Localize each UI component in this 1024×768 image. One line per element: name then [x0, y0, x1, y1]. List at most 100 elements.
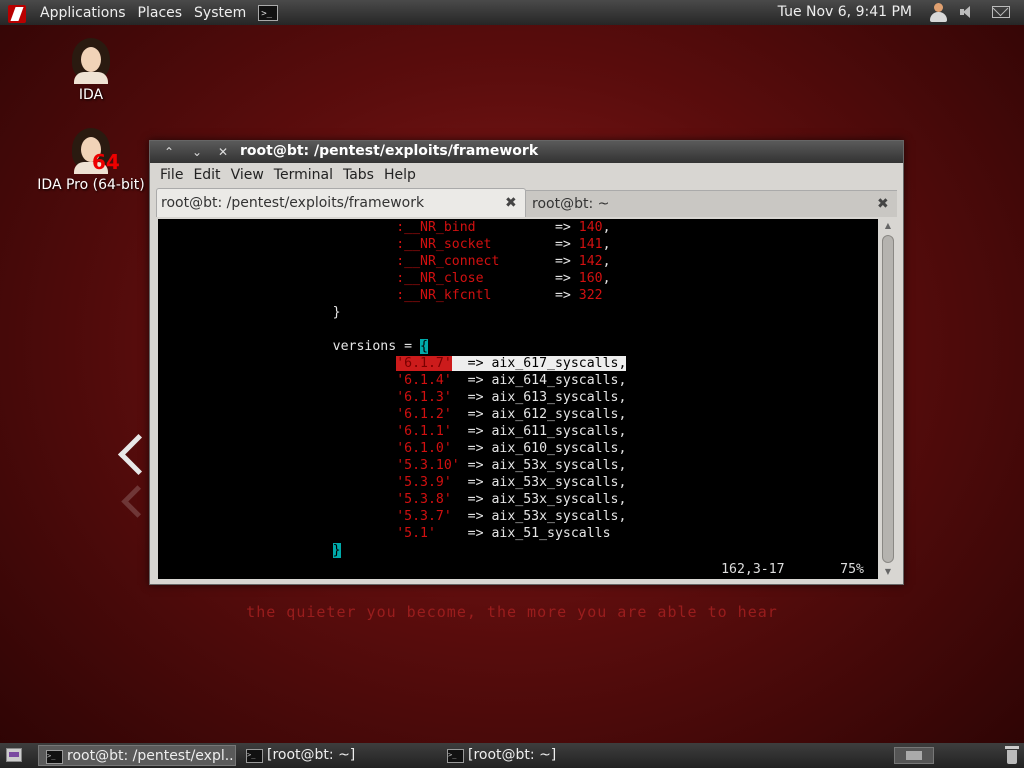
desktop-icon-label: IDA: [78, 87, 104, 103]
menu-file[interactable]: File: [150, 167, 188, 183]
version-value: aix_53x_syscalls,: [491, 475, 627, 490]
terminal-line: }: [158, 542, 341, 559]
window-title: root@bt: /pentest/exploits/framework: [240, 143, 539, 159]
close-tab-icon[interactable]: ✖: [505, 189, 519, 217]
version-key: '5.3.7': [396, 509, 452, 524]
syscall-value: 140: [578, 220, 603, 235]
terminal-scrollbar[interactable]: ▲ ▼: [880, 219, 896, 579]
terminal-line-selected: '6.1.7' => aix_617_syscalls,: [396, 356, 627, 371]
version-value: aix_611_syscalls,: [491, 424, 627, 439]
version-key: '6.1.2': [396, 407, 452, 422]
wallpaper-tagline: the quieter you become, the more you are…: [246, 603, 778, 621]
version-value: aix_53x_syscalls,: [491, 509, 627, 524]
bracket-match: }: [332, 543, 341, 558]
task-label: [root@bt: ~]: [267, 747, 356, 763]
version-key: '6.1.4': [396, 373, 452, 388]
minimize-button[interactable]: ⌃: [158, 143, 180, 161]
terminal-icon: >_: [447, 749, 464, 763]
version-key: '6.1.3': [396, 390, 452, 405]
desktop-icon-label: IDA Pro (64-bit): [37, 177, 145, 193]
version-value: aix_53x_syscalls,: [491, 458, 627, 473]
close-window-button[interactable]: ✕: [212, 143, 234, 161]
version-key: '5.1': [396, 526, 436, 541]
version-value: aix_613_syscalls,: [491, 390, 627, 405]
task-framework-terminal[interactable]: >_ root@bt: /pentest/expl...: [38, 745, 236, 766]
version-value: aix_53x_syscalls,: [491, 492, 627, 507]
version-key: '6.1.0': [396, 441, 452, 456]
version-key: '5.3.10': [396, 458, 460, 473]
tab-label: root@bt: /pentest/exploits/framework: [161, 195, 425, 211]
version-value: aix_614_syscalls,: [491, 373, 627, 388]
scroll-thumb[interactable]: [882, 235, 894, 563]
restore-button[interactable]: ⌄: [186, 143, 208, 161]
version-key: '6.1.7': [396, 356, 452, 371]
terminal-line: '5.3.9' => aix_53x_syscalls,: [396, 475, 627, 490]
terminal-output[interactable]: :__NR_bind => 140, :__NR_socket => 141,: [158, 219, 878, 579]
bracket-match: {: [420, 339, 428, 354]
mail-icon[interactable]: [992, 6, 1010, 18]
terminal-line: '6.1.3' => aix_613_syscalls,: [396, 390, 627, 405]
wallpaper-chevron-reflection-icon: [118, 486, 148, 516]
tab-bar: root@bt: /pentest/exploits/framework ✖ r…: [156, 188, 897, 217]
syscall-value: 142: [578, 254, 603, 269]
window-menubar: File Edit View Terminal Tabs Help: [150, 163, 903, 187]
version-key: '5.3.9': [396, 475, 452, 490]
menu-view[interactable]: View: [226, 167, 269, 183]
desktop-icon-ida-pro-64[interactable]: 64 IDA Pro (64-bit): [36, 128, 146, 193]
bottom-panel: >_ root@bt: /pentest/expl... >_ [root@bt…: [0, 743, 1024, 768]
window-titlebar[interactable]: ⌃ ⌄ ✕ root@bt: /pentest/exploits/framewo…: [150, 141, 903, 163]
workspace-switcher[interactable]: [894, 747, 934, 764]
tab-home[interactable]: root@bt: ~ ✖: [526, 190, 897, 217]
trash-icon[interactable]: [1004, 746, 1020, 765]
user-icon[interactable]: [928, 2, 948, 22]
syscall-value: 322: [578, 288, 603, 303]
scroll-up-icon[interactable]: ▲: [882, 220, 894, 232]
menu-terminal[interactable]: Terminal: [269, 167, 338, 183]
version-value: aix_51_syscalls: [491, 526, 611, 541]
task-label: root@bt: /pentest/expl...: [67, 748, 236, 764]
scroll-percent: 75%: [840, 562, 864, 577]
terminal-line: '5.3.10' => aix_53x_syscalls,: [396, 458, 627, 473]
vim-status-line: 162,3-17 75%: [721, 561, 864, 578]
terminal-icon: >_: [246, 749, 263, 763]
version-key: '6.1.1': [396, 424, 452, 439]
menu-help[interactable]: Help: [379, 167, 421, 183]
desktop-icon-ida[interactable]: IDA: [36, 38, 146, 103]
terminal-window[interactable]: ⌃ ⌄ ✕ root@bt: /pentest/exploits/framewo…: [149, 140, 904, 585]
ida-pro-icon: 64: [68, 128, 120, 174]
scroll-down-icon[interactable]: ▼: [882, 566, 894, 578]
system-menu[interactable]: System: [188, 5, 252, 21]
terminal-line: '6.1.4' => aix_614_syscalls,: [396, 373, 627, 388]
terminal-launcher-icon[interactable]: >_: [258, 4, 279, 21]
version-value: aix_612_syscalls,: [491, 407, 627, 422]
version-key: '5.3.8': [396, 492, 452, 507]
ida-icon: [68, 38, 114, 84]
task-label: [root@bt: ~]: [468, 747, 557, 763]
tab-label: root@bt: ~: [532, 196, 610, 212]
close-tab-icon[interactable]: ✖: [877, 191, 891, 217]
terminal-line: '6.1.0' => aix_610_syscalls,: [396, 441, 627, 456]
ida-64-badge: 64: [92, 150, 120, 174]
syscall-value: 160: [578, 271, 603, 286]
show-desktop-icon[interactable]: [6, 748, 22, 762]
places-menu[interactable]: Places: [132, 5, 189, 21]
terminal-line: '6.1.1' => aix_611_syscalls,: [396, 424, 627, 439]
version-value: aix_610_syscalls,: [491, 441, 627, 456]
menu-edit[interactable]: Edit: [188, 167, 225, 183]
backtrack-logo-icon[interactable]: [6, 3, 28, 23]
task-home-terminal-2[interactable]: >_ [root@bt: ~]: [440, 745, 638, 766]
cursor-position: 162,3-17: [721, 562, 785, 577]
terminal-icon: >_: [46, 750, 63, 764]
menu-tabs[interactable]: Tabs: [338, 167, 379, 183]
volume-icon[interactable]: [960, 6, 974, 19]
terminal-line: '5.3.8' => aix_53x_syscalls,: [396, 492, 627, 507]
syscall-value: 141: [578, 237, 603, 252]
terminal-line: '5.1' => aix_51_syscalls: [396, 526, 611, 541]
clock[interactable]: Tue Nov 6, 9:41 PM: [778, 4, 912, 20]
applications-menu[interactable]: Applications: [34, 5, 132, 21]
terminal-line: }: [332, 305, 341, 320]
tab-framework[interactable]: root@bt: /pentest/exploits/framework ✖: [156, 188, 526, 217]
task-home-terminal[interactable]: >_ [root@bt: ~]: [239, 745, 437, 766]
terminal-line: versions = {: [332, 339, 428, 354]
terminal-line: '6.1.2' => aix_612_syscalls,: [396, 407, 627, 422]
